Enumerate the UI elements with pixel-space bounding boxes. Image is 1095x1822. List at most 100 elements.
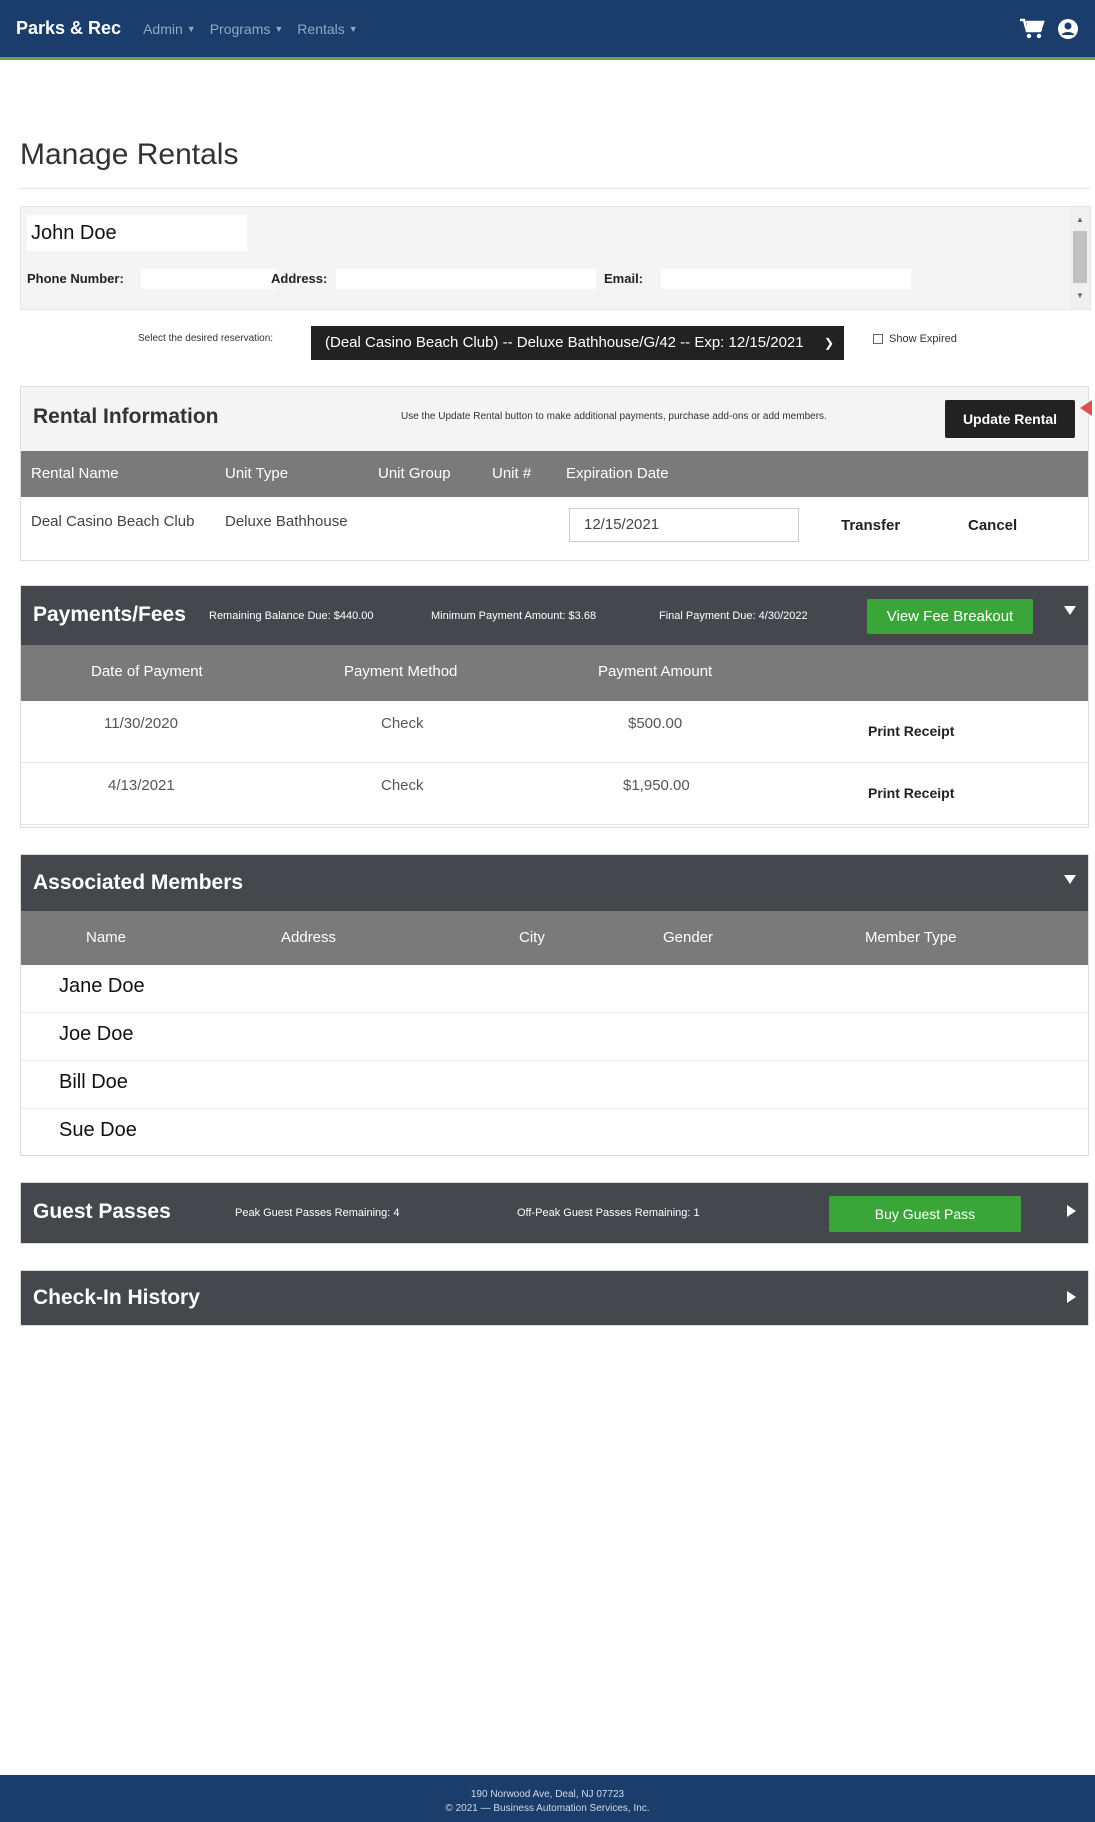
scroll-down-icon[interactable]: ▼ xyxy=(1070,289,1090,303)
payment-amount-cell: $1,950.00 xyxy=(623,777,690,794)
final-payment-due: Final Payment Due: 4/30/2022 xyxy=(659,610,808,622)
expiration-date-input[interactable]: 12/15/2021 xyxy=(569,508,799,542)
phone-value xyxy=(141,269,276,289)
members-title: Associated Members xyxy=(33,871,244,894)
rental-info-title: Rental Information xyxy=(33,405,219,428)
transfer-button[interactable]: Transfer xyxy=(841,517,900,534)
caret-down-icon: ▼ xyxy=(274,23,284,34)
show-expired-toggle[interactable]: Show Expired xyxy=(873,333,957,345)
members-header: Associated Members xyxy=(21,855,1088,911)
payment-date-cell: 11/30/2020 xyxy=(104,715,178,732)
payments-header: Payments/Fees Remaining Balance Due: $44… xyxy=(21,586,1088,645)
scroll-thumb[interactable] xyxy=(1073,231,1087,283)
cancel-button[interactable]: Cancel xyxy=(968,517,1017,534)
address-value xyxy=(336,269,596,289)
view-fee-breakout-button[interactable]: View Fee Breakout xyxy=(867,599,1033,634)
col-name: Name xyxy=(86,929,127,946)
col-unit-number: Unit # xyxy=(492,465,532,482)
member-name-cell: Jane Doe xyxy=(59,975,145,997)
customer-scrollbar[interactable]: ▲ ▼ xyxy=(1070,207,1090,309)
brand-link[interactable]: Parks & Rec xyxy=(16,18,121,39)
customer-summary: John Doe Phone Number: Address: Email: ▲… xyxy=(20,206,1091,310)
update-rental-button[interactable]: Update Rental xyxy=(945,400,1075,438)
scroll-up-icon[interactable]: ▲ xyxy=(1070,213,1090,227)
guest-passes-panel: Guest Passes Peak Guest Passes Remaining… xyxy=(20,1182,1089,1244)
rental-table-header: Rental Name Unit Type Unit Group Unit # … xyxy=(21,451,1088,497)
collapse-triangle-icon[interactable] xyxy=(1064,606,1076,615)
payments-title: Payments/Fees xyxy=(33,603,186,626)
col-rental-name: Rental Name xyxy=(31,465,119,482)
footer-copyright: © 2021 — Business Automation Services, I… xyxy=(445,1803,650,1814)
email-value xyxy=(661,269,911,289)
payment-method-cell: Check xyxy=(381,777,424,794)
col-payment-amount: Payment Amount xyxy=(598,663,713,680)
unit-type-cell: Deluxe Bathhouse xyxy=(225,513,348,530)
member-name-cell: Joe Doe xyxy=(59,1023,134,1045)
table-row: 4/13/2021 Check $1,950.00 Print Receipt xyxy=(21,763,1088,825)
payment-amount-cell: $500.00 xyxy=(628,715,683,732)
footer-address: 190 Norwood Ave, Deal, NJ 07723 xyxy=(470,1789,625,1800)
nav-admin[interactable]: Admin ▼ xyxy=(143,21,196,37)
email-label: Email: xyxy=(604,271,644,286)
member-name-cell: Sue Doe xyxy=(59,1119,137,1141)
table-row: Deal Casino Beach Club Deluxe Bathhouse … xyxy=(21,497,1088,560)
col-city: City xyxy=(519,929,545,946)
guest-passes-header[interactable]: Guest Passes Peak Guest Passes Remaining… xyxy=(21,1183,1088,1243)
payments-fees-panel: Payments/Fees Remaining Balance Due: $44… xyxy=(20,585,1089,828)
pointer-arrow-icon xyxy=(1080,400,1092,416)
customer-name: John Doe xyxy=(27,215,247,251)
buy-guest-pass-button[interactable]: Buy Guest Pass xyxy=(829,1196,1021,1232)
reservation-label: Select the desired reservation: xyxy=(138,333,274,344)
nav-rentals-label: Rentals xyxy=(297,20,345,37)
address-label: Address: xyxy=(271,271,328,286)
nav-admin-label: Admin xyxy=(143,20,183,37)
rental-name-cell: Deal Casino Beach Club xyxy=(31,513,195,530)
nav-rentals[interactable]: Rentals ▼ xyxy=(297,21,357,37)
col-gender: Gender xyxy=(663,929,714,946)
cart-icon[interactable] xyxy=(1019,18,1045,40)
payments-table-header: Date of Payment Payment Method Payment A… xyxy=(21,645,1088,701)
collapse-triangle-icon[interactable] xyxy=(1064,875,1076,884)
reservation-selected-value: (Deal Casino Beach Club) -- Deluxe Bathh… xyxy=(325,334,804,351)
nav-programs-label: Programs xyxy=(209,20,271,37)
check-in-history-header[interactable]: Check-In History xyxy=(21,1271,1088,1325)
page-title: Manage Rentals xyxy=(20,138,239,171)
caret-down-icon: ▼ xyxy=(348,23,358,34)
show-expired-checkbox[interactable] xyxy=(873,334,883,344)
page-footer: 190 Norwood Ave, Deal, NJ 07723 © 2021 —… xyxy=(0,1775,1095,1822)
col-unit-type: Unit Type xyxy=(225,465,289,482)
top-navbar: Parks & Rec Admin ▼ Programs ▼ Rentals ▼ xyxy=(0,0,1095,60)
reservation-select[interactable]: (Deal Casino Beach Club) -- Deluxe Bathh… xyxy=(311,326,844,360)
col-date-of-payment: Date of Payment xyxy=(91,663,203,680)
payment-date-cell: 4/13/2021 xyxy=(108,777,175,794)
guest-passes-title: Guest Passes xyxy=(33,1200,171,1223)
associated-members-panel: Associated Members Name Address City Gen… xyxy=(20,854,1089,1156)
caret-down-icon: ▼ xyxy=(186,23,196,34)
title-divider xyxy=(20,188,1091,189)
phone-label: Phone Number: xyxy=(27,271,124,286)
col-payment-method: Payment Method xyxy=(344,663,458,680)
table-row: Sue Doe xyxy=(21,1109,1088,1157)
col-address: Address xyxy=(281,929,337,946)
check-in-history-title: Check-In History xyxy=(33,1286,200,1309)
member-name-cell: Bill Doe xyxy=(59,1071,128,1093)
chevron-down-icon: ❯ xyxy=(823,336,834,350)
table-row: Jane Doe xyxy=(21,965,1088,1013)
show-expired-label: Show Expired xyxy=(889,333,957,345)
col-unit-group: Unit Group xyxy=(378,465,451,482)
table-row: Joe Doe xyxy=(21,1013,1088,1061)
nav-programs[interactable]: Programs ▼ xyxy=(210,21,284,37)
print-receipt-button[interactable]: Print Receipt xyxy=(868,723,954,739)
offpeak-guest-passes: Off-Peak Guest Passes Remaining: 1 xyxy=(517,1207,700,1219)
expand-triangle-icon[interactable] xyxy=(1067,1205,1076,1217)
minimum-payment: Minimum Payment Amount: $3.68 xyxy=(431,610,597,622)
print-receipt-button[interactable]: Print Receipt xyxy=(868,785,954,801)
col-expiration-date: Expiration Date xyxy=(566,465,669,482)
expand-triangle-icon[interactable] xyxy=(1067,1291,1076,1303)
peak-guest-passes: Peak Guest Passes Remaining: 4 xyxy=(235,1207,400,1219)
rental-information-panel: Rental Information Use the Update Rental… xyxy=(20,386,1089,561)
user-circle-icon[interactable] xyxy=(1057,18,1079,40)
check-in-history-panel: Check-In History xyxy=(20,1270,1089,1326)
remaining-balance: Remaining Balance Due: $440.00 xyxy=(209,610,374,622)
col-member-type: Member Type xyxy=(865,929,957,946)
